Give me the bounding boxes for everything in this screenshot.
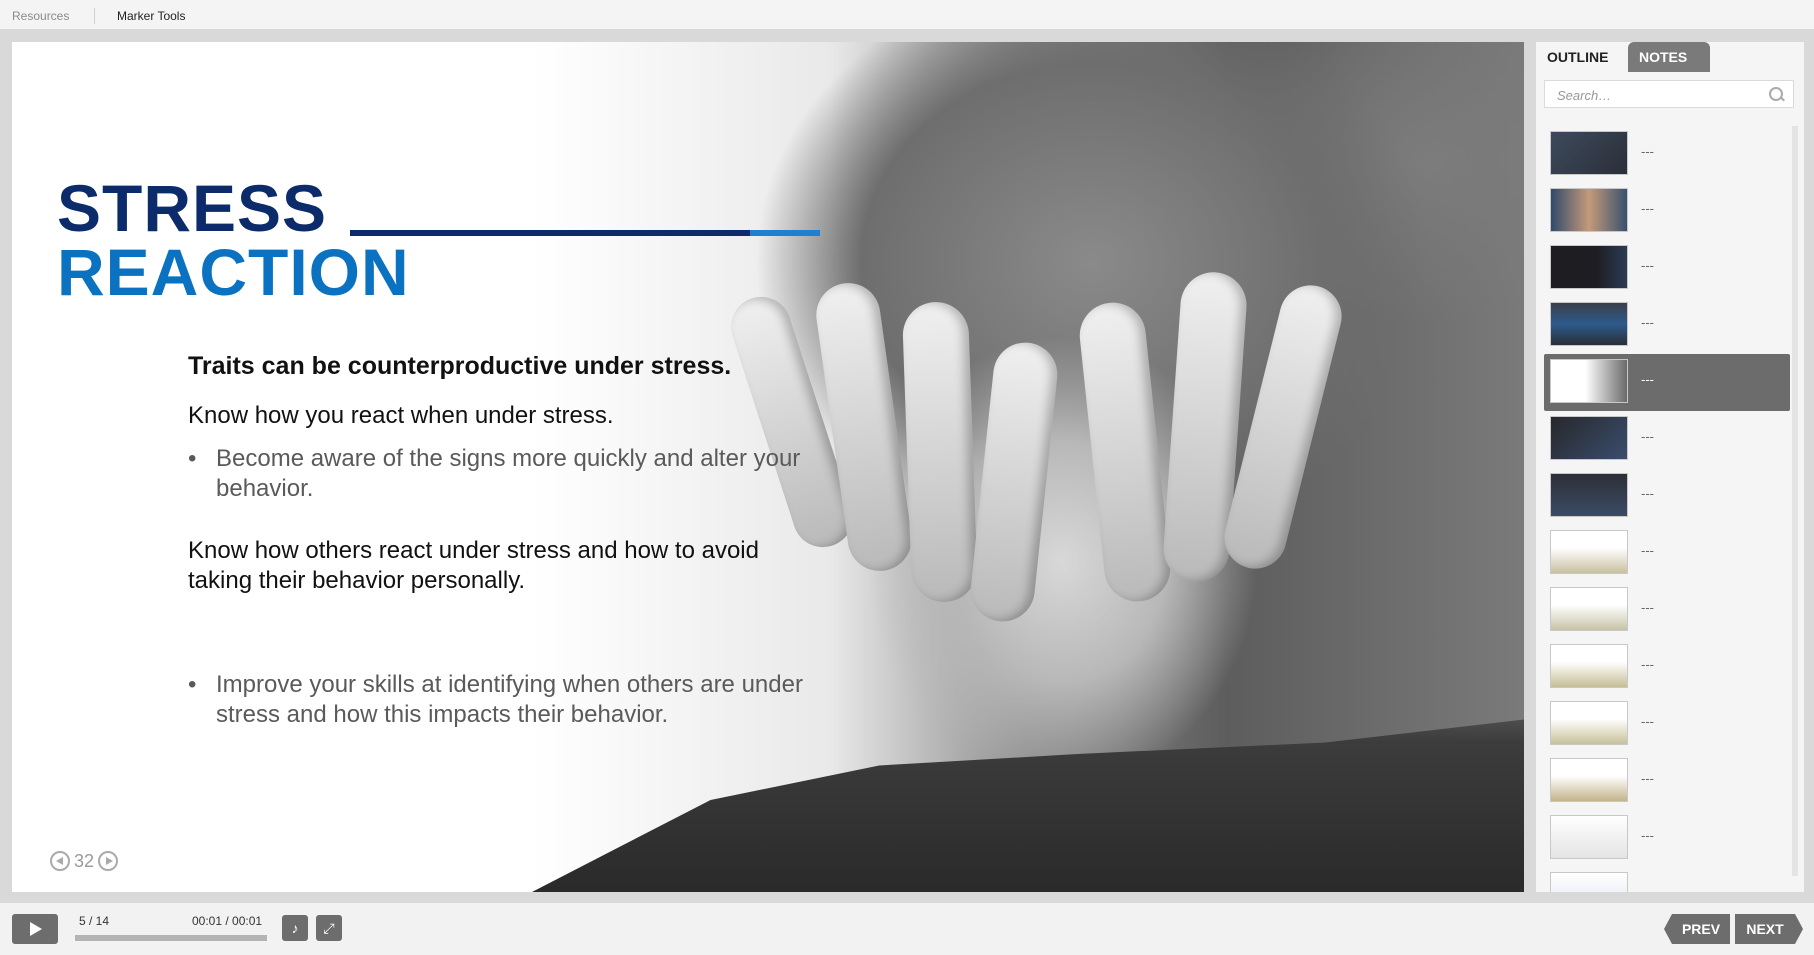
outline-item[interactable]: --- <box>1544 753 1798 810</box>
marker-tools-link[interactable]: Marker Tools <box>117 9 185 23</box>
outline-item-label: --- <box>1641 771 1654 786</box>
next-button[interactable]: NEXT <box>1735 914 1803 944</box>
outline-list: --- --- --- --- --- --- --- --- --- --- --- --- --- <box>1544 126 1798 892</box>
slide-thumbnail <box>1550 530 1628 574</box>
title-rule-accent <box>750 230 820 236</box>
outline-item[interactable]: --- <box>1544 468 1798 525</box>
outline-item-label: --- <box>1641 144 1654 159</box>
slide-paragraph-2: Know how others react under stress and h… <box>188 537 759 594</box>
slide-thumbnail <box>1550 188 1628 232</box>
player-controls: 5 / 14 00:01 / 00:01 ♪ ⤢ PREV NEXT <box>0 903 1814 955</box>
seek-bar[interactable] <box>75 935 267 941</box>
outline-item[interactable]: --- <box>1544 696 1798 753</box>
slide-paragraph-1: Know how you react when under stress. <box>188 402 614 429</box>
outline-item[interactable]: --- <box>1544 183 1798 240</box>
tab-outline[interactable]: OUTLINE <box>1536 42 1620 72</box>
slide-pager: 32 <box>50 848 119 874</box>
playback-time: 00:01 / 00:01 <box>192 914 263 928</box>
top-toolbar: Resources Marker Tools <box>0 0 1814 30</box>
slide-thumbnail <box>1550 131 1628 175</box>
tab-notes[interactable]: NOTES <box>1628 42 1710 72</box>
search-icon[interactable] <box>1769 87 1783 101</box>
outline-item[interactable]: --- <box>1544 639 1798 696</box>
slide-thumbnail <box>1550 758 1628 802</box>
slide-page-number: 32 <box>74 850 95 871</box>
outline-item-label: --- <box>1641 372 1654 387</box>
outline-item-label: --- <box>1641 657 1654 672</box>
slide-heading: Traits can be counterproductive under st… <box>188 352 732 380</box>
outline-item[interactable]: --- <box>1544 582 1798 639</box>
slide-thumbnail <box>1550 644 1628 688</box>
slide-thumbnail <box>1550 473 1628 517</box>
volume-icon[interactable]: ♪ <box>282 915 308 941</box>
sidebar: OUTLINE NOTES Search… --- --- --- --- --- ---… <box>1536 42 1804 892</box>
outline-item-label: --- <box>1641 429 1654 444</box>
toolbar-divider <box>94 8 95 24</box>
search-placeholder: Search… <box>1557 88 1612 103</box>
slide-thumbnail <box>1550 359 1628 403</box>
slide-title-line2: REACTION <box>57 235 410 309</box>
outline-item-label: --- <box>1641 543 1654 558</box>
slide-thumbnail <box>1550 815 1628 859</box>
resources-link[interactable]: Resources <box>12 9 69 23</box>
outline-item-label: --- <box>1641 315 1654 330</box>
slide-thumbnail <box>1550 872 1628 892</box>
sidebar-tabs: OUTLINE NOTES <box>1536 42 1804 72</box>
outline-item[interactable] <box>1544 867 1798 892</box>
slide-bullet-1: Become aware of the signs more quickly a… <box>188 444 806 504</box>
pager-next-icon[interactable] <box>98 851 119 871</box>
outline-item[interactable]: --- <box>1544 810 1798 867</box>
slide-bullet-2: Improve your skills at identifying when … <box>188 670 806 730</box>
outline-item[interactable]: --- <box>1544 240 1798 297</box>
outline-item[interactable]: --- <box>1544 411 1798 468</box>
outline-item-label: --- <box>1641 201 1654 216</box>
slide-thumbnail <box>1550 587 1628 631</box>
fullscreen-icon[interactable]: ⤢ <box>316 915 342 941</box>
slide-thumbnail <box>1550 701 1628 745</box>
outline-item-label: --- <box>1641 600 1654 615</box>
outline-item-label: --- <box>1641 258 1654 273</box>
outline-item[interactable]: --- <box>1544 354 1790 411</box>
pager-prev-icon[interactable] <box>50 851 70 871</box>
outline-item-label: --- <box>1641 828 1654 843</box>
search-input[interactable]: Search… <box>1544 80 1794 108</box>
slide-counter: 5 / 14 <box>79 914 110 928</box>
outline-item[interactable]: --- <box>1544 126 1798 183</box>
outline-item-label: --- <box>1641 714 1654 729</box>
slide-canvas: STRESS REACTION Traits can be counterpro… <box>12 42 1524 892</box>
slide-thumbnail <box>1550 302 1628 346</box>
slide-thumbnail <box>1550 245 1628 289</box>
outline-item[interactable]: --- <box>1544 525 1798 582</box>
slide-thumbnail <box>1550 416 1628 460</box>
outline-item-label: --- <box>1641 486 1654 501</box>
outline-item[interactable]: --- <box>1544 297 1798 354</box>
play-button[interactable] <box>12 914 58 944</box>
title-rule <box>350 230 750 236</box>
prev-button[interactable]: PREV <box>1664 914 1730 944</box>
